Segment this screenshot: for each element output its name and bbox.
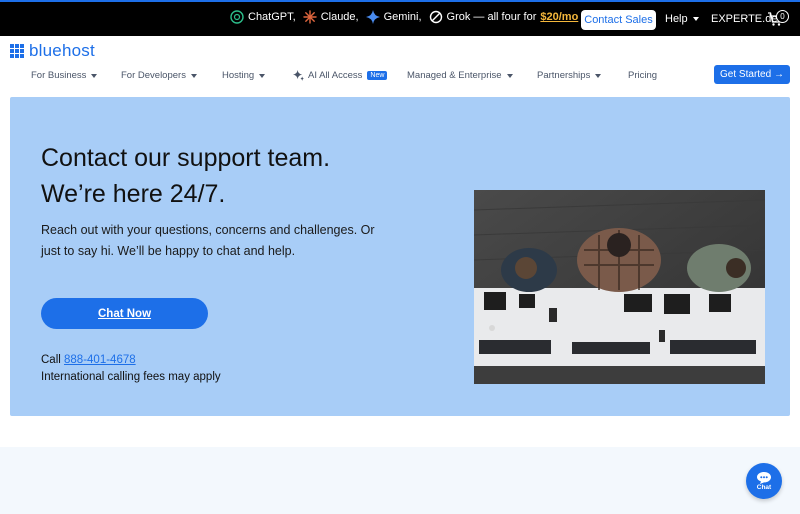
help-label: Help xyxy=(665,13,688,25)
promo-price[interactable]: $20/mo xyxy=(540,11,578,23)
chevron-down-icon xyxy=(91,73,98,78)
chat-widget-label: Chat xyxy=(756,483,772,491)
nav-item-label: AI All Access xyxy=(308,70,363,81)
promo-claude: Claude, xyxy=(302,10,359,24)
chevron-down-icon xyxy=(259,73,266,78)
main-nav: For Business For Developers Hosting AI A… xyxy=(0,68,800,84)
get-started-button[interactable]: Get Started → xyxy=(714,65,790,84)
nav-item-for-business[interactable]: For Business xyxy=(31,70,98,81)
promo-claude-label: Claude, xyxy=(320,11,359,23)
nav-item-label: For Developers xyxy=(121,70,186,81)
nav-item-for-developers[interactable]: For Developers xyxy=(121,70,197,81)
promo-grok: Grok — all four for $20/mo xyxy=(429,10,578,24)
promo-grok-label: Grok — all four for xyxy=(446,11,537,23)
chevron-down-icon xyxy=(692,17,699,21)
new-badge: New xyxy=(367,71,388,80)
call-line: Call 888-401-4678 xyxy=(41,354,136,366)
chevron-down-icon xyxy=(190,73,197,78)
claude-icon xyxy=(302,10,317,24)
promo-gemini-label: Gemini, xyxy=(383,11,422,23)
page-title: Contact our support team. We’re here 24/… xyxy=(41,140,330,212)
cart-count-badge: 0 xyxy=(776,10,789,23)
nav-item-label: Hosting xyxy=(222,70,255,81)
promo-chatgpt-label: ChatGPT, xyxy=(248,11,296,23)
nav-item-pricing[interactable]: Pricing xyxy=(628,70,657,81)
nav-item-hosting[interactable]: Hosting xyxy=(222,70,266,81)
grid-logo-icon xyxy=(10,44,24,58)
promo-chatgpt: ChatGPT, xyxy=(230,10,296,24)
chevron-down-icon xyxy=(506,73,513,78)
nav-item-ai-all-access[interactable]: AI All Access New xyxy=(293,70,388,81)
phone-link[interactable]: 888-401-4678 xyxy=(64,354,136,366)
contact-sales-button[interactable]: Contact Sales xyxy=(581,10,656,30)
nav-item-managed-enterprise[interactable]: Managed & Enterprise xyxy=(407,70,513,81)
nav-item-label: Managed & Enterprise xyxy=(407,70,502,81)
nav-item-label: Partnerships xyxy=(537,70,591,81)
title-line-1: Contact our support team. xyxy=(41,144,331,172)
sparkle-icon xyxy=(293,70,304,81)
chatgpt-icon xyxy=(230,10,244,24)
lower-section xyxy=(0,447,800,514)
nav-item-label: Pricing xyxy=(628,70,658,81)
hero-subtitle: Reach out with your questions, concerns … xyxy=(41,223,375,258)
chat-widget-button[interactable]: Chat xyxy=(746,463,782,499)
nav-item-label: For Business xyxy=(31,70,87,81)
promo-bar: ChatGPT, Claude, Gemini, Grok — all four… xyxy=(0,0,800,36)
chat-bubble-icon xyxy=(757,471,771,484)
promo-gemini: Gemini, xyxy=(365,10,422,24)
calling-fees-note: International calling fees may apply xyxy=(41,371,221,383)
help-menu[interactable]: Help xyxy=(665,13,699,25)
chevron-down-icon xyxy=(595,73,602,78)
bluehost-logo[interactable]: bluehost xyxy=(10,41,95,61)
gemini-icon xyxy=(365,10,380,24)
support-team-photo xyxy=(474,190,765,384)
grok-icon xyxy=(429,10,442,24)
logo-text: bluehost xyxy=(29,41,95,60)
promo-items: ChatGPT, Claude, Gemini, Grok — all four… xyxy=(230,10,585,24)
nav-item-partnerships[interactable]: Partnerships xyxy=(537,70,602,81)
call-prefix: Call xyxy=(41,354,61,366)
title-line-2: We’re here 24/7. xyxy=(41,180,226,208)
chat-now-button[interactable]: Chat Now xyxy=(41,298,208,329)
